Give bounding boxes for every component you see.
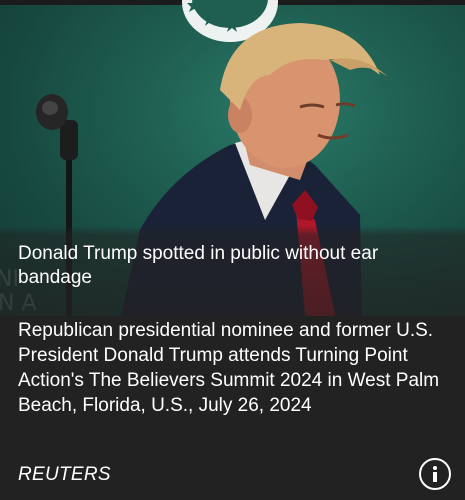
source-credit: REUTERS [18,464,111,485]
news-card[interactable]: NI N A [0,0,465,500]
news-photo[interactable]: NI N A [0,0,465,316]
info-icon [433,466,437,482]
photo-caption: Republican presidential nominee and form… [18,320,440,416]
card-footer: REUTERS [0,450,465,500]
article-headline[interactable]: Donald Trump spotted in public without e… [18,242,438,290]
info-button[interactable] [419,458,451,490]
